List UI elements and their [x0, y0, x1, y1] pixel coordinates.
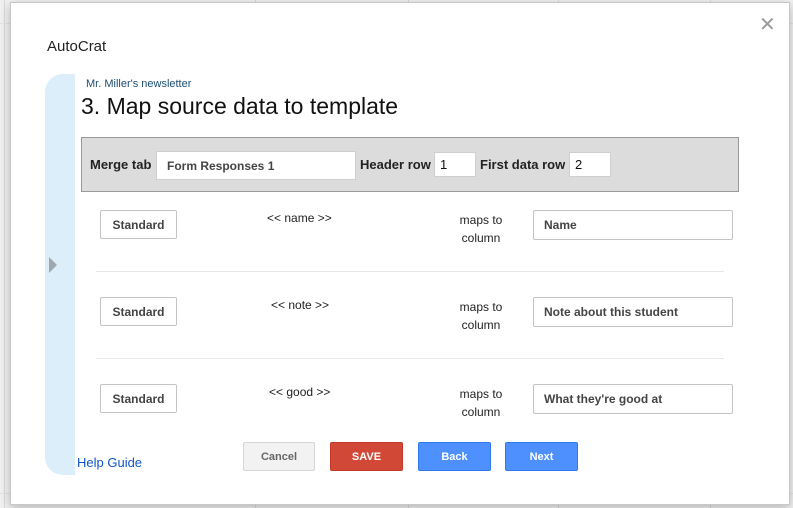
mapping-row: Standard << good >> maps to column What t…	[96, 374, 733, 459]
column-text: column	[461, 318, 501, 332]
source-column-select[interactable]: Name	[533, 210, 733, 240]
expand-arrow-icon[interactable]	[49, 257, 57, 273]
maps-to-text: maps to	[459, 300, 503, 314]
mapping-row: Standard << note >> maps to column Note a…	[96, 287, 733, 372]
row-divider	[96, 271, 724, 272]
mapping-row: Standard << name >> maps to column Name	[96, 200, 733, 285]
merge-tab-label: Merge tab	[90, 157, 152, 172]
maps-to-text: maps to	[459, 213, 503, 227]
template-tag: << good >>	[269, 385, 331, 399]
save-button[interactable]: SAVE	[330, 442, 403, 471]
row-divider	[96, 358, 724, 359]
merge-settings-bar: Merge tab Form Responses 1 Header row 1 …	[81, 137, 739, 192]
side-panel[interactable]	[45, 74, 75, 475]
dialog-title: AutoCrat	[47, 38, 107, 55]
field-type-button[interactable]: Standard	[100, 297, 177, 326]
field-type-button[interactable]: Standard	[100, 210, 177, 239]
header-row-label: Header row	[360, 157, 431, 172]
maps-to-text: maps to	[459, 387, 503, 401]
template-tag: << name >>	[267, 211, 332, 225]
maps-to-label: maps to column	[446, 385, 516, 421]
first-data-row-label: First data row	[480, 157, 566, 172]
back-button[interactable]: Back	[418, 442, 491, 471]
source-column-select[interactable]: What they're good at	[533, 384, 733, 414]
source-column-select[interactable]: Note about this student	[533, 297, 733, 327]
maps-to-label: maps to column	[446, 211, 516, 247]
column-text: column	[461, 405, 501, 419]
autocrat-dialog: ✕ AutoCrat Help Guide Mr. Miller's newsl…	[10, 2, 790, 505]
job-name: Mr. Miller's newsletter	[86, 78, 192, 90]
grid-line	[4, 0, 5, 508]
maps-to-label: maps to column	[446, 298, 516, 334]
first-data-row-input[interactable]: 2	[569, 152, 611, 177]
step-heading: 3. Map source data to template	[81, 93, 399, 119]
template-tag: << note >>	[271, 298, 330, 312]
next-button[interactable]: Next	[505, 442, 578, 471]
close-icon[interactable]: ✕	[759, 15, 776, 35]
field-type-button[interactable]: Standard	[100, 384, 177, 413]
header-row-input[interactable]: 1	[434, 152, 476, 177]
cancel-button[interactable]: Cancel	[243, 442, 315, 471]
merge-tab-select[interactable]: Form Responses 1	[156, 151, 356, 180]
column-text: column	[461, 231, 501, 245]
